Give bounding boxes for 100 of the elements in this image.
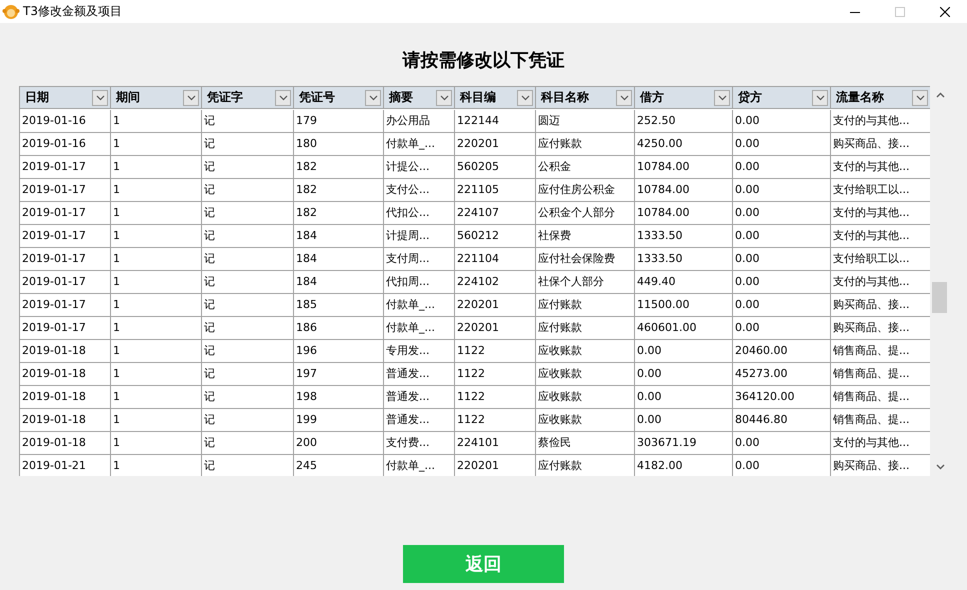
column-header-label: 贷方 (738, 89, 762, 106)
close-icon[interactable] (940, 6, 950, 16)
table-cell: 0.00 (635, 386, 733, 409)
chevron-down-icon (186, 94, 196, 100)
column-filter-button[interactable] (365, 90, 381, 106)
column-header-label: 借方 (640, 89, 664, 106)
table-cell: 303671.19 (635, 432, 733, 455)
column-filter-button[interactable] (275, 90, 291, 106)
column-filter-button[interactable] (517, 90, 533, 106)
table-cell: 45273.00 (733, 363, 831, 386)
column-header[interactable]: 科目编 (455, 87, 536, 109)
page-heading: 请按需修改以下凭证 (401, 49, 566, 73)
table-cell: 1333.50 (635, 248, 733, 271)
column-header[interactable]: 科目名称 (536, 87, 635, 109)
column-header[interactable]: 摘要 (384, 87, 455, 109)
table-cell: 社保费 (536, 225, 635, 248)
table-cell: 1 (111, 386, 202, 409)
column-header[interactable]: 借方 (635, 87, 733, 109)
scroll-up-icon[interactable] (936, 92, 944, 98)
column-header[interactable]: 凭证号 (294, 87, 384, 109)
table-cell: 2019-01-17 (20, 225, 111, 248)
table-cell: 4250.00 (635, 133, 733, 156)
table-cell: 应付账款 (536, 133, 635, 156)
table-cell: 0.00 (733, 110, 831, 133)
table-cell: 1 (111, 202, 202, 225)
scrollbar-thumb[interactable] (932, 282, 947, 313)
table-cell: 224101 (455, 432, 536, 455)
chevron-down-icon (96, 94, 104, 100)
table-cell: 2019-01-16 (20, 110, 111, 133)
table-cell: 0.00 (733, 271, 831, 294)
table-cell: 公积金个人部分 (536, 202, 635, 225)
table-cell: 应付账款 (536, 317, 635, 340)
table-cell: 记 (202, 110, 294, 133)
table-cell: 2019-01-18 (20, 363, 111, 386)
table-cell: 220201 (455, 133, 536, 156)
table-cell: 180 (294, 133, 384, 156)
column-header-label: 科目名称 (541, 89, 589, 106)
table-cell: 记 (202, 363, 294, 386)
column-filter-button[interactable] (616, 90, 632, 106)
table-cell: 0.00 (733, 432, 831, 455)
table-cell: 196 (294, 340, 384, 363)
table-cell: 2019-01-17 (20, 179, 111, 202)
scroll-down-icon[interactable] (936, 464, 944, 470)
table-cell: 记 (202, 409, 294, 432)
table-cell: 记 (202, 386, 294, 409)
table-cell: 代扣公... (384, 202, 455, 225)
column-header[interactable]: 期间 (111, 87, 202, 109)
table-cell: 182 (294, 202, 384, 225)
table-cell: 记 (202, 432, 294, 455)
table-cell: 应付账款 (536, 455, 635, 476)
table-cell: 1122 (455, 386, 536, 409)
column-filter-button[interactable] (812, 90, 828, 106)
column-header[interactable]: 流量名称 (831, 87, 930, 109)
column-header-label: 期间 (116, 89, 140, 106)
column-filter-button[interactable] (714, 90, 730, 106)
table-cell: 0.00 (733, 156, 831, 179)
table-cell: 0.00 (733, 317, 831, 340)
column-header[interactable]: 凭证字 (202, 87, 294, 109)
column-header[interactable]: 贷方 (733, 87, 831, 109)
table-cell: 代扣周... (384, 271, 455, 294)
table-cell: 220201 (455, 294, 536, 317)
table-cell: 1 (111, 340, 202, 363)
column-filter-button[interactable] (912, 90, 928, 106)
table-cell: 2019-01-17 (20, 271, 111, 294)
table-cell: 221105 (455, 179, 536, 202)
table-cell: 0.00 (733, 225, 831, 248)
table-cell: 记 (202, 156, 294, 179)
column-filter-button[interactable] (436, 90, 452, 106)
table-cell: 记 (202, 179, 294, 202)
table-cell: 专用发... (384, 340, 455, 363)
table-cell: 198 (294, 386, 384, 409)
table-cell: 1 (111, 248, 202, 271)
table-cell: 1 (111, 432, 202, 455)
table-cell: 10784.00 (635, 202, 733, 225)
table-cell: 1 (111, 455, 202, 476)
table-cell: 0.00 (733, 202, 831, 225)
table-cell: 应收账款 (536, 409, 635, 432)
table-cell: 计提周... (384, 225, 455, 248)
table-cell: 1122 (455, 363, 536, 386)
chevron-down-icon (368, 94, 378, 100)
table-cell: 应付社会保险费 (536, 248, 635, 271)
table-cell: 支付周... (384, 248, 455, 271)
table-cell: 11500.00 (635, 294, 733, 317)
table-cell: 2019-01-16 (20, 133, 111, 156)
table-cell: 182 (294, 156, 384, 179)
table-cell: 公积金 (536, 156, 635, 179)
table-cell: 0.00 (733, 455, 831, 476)
table-cell: 179 (294, 110, 384, 133)
column-filter-button[interactable] (92, 90, 108, 106)
table-cell: 1 (111, 156, 202, 179)
table-cell: 1 (111, 179, 202, 202)
table-cell: 184 (294, 271, 384, 294)
column-filter-button[interactable] (183, 90, 199, 106)
table-cell: 1 (111, 271, 202, 294)
table-cell: 80446.80 (733, 409, 831, 432)
table-cell: 200 (294, 432, 384, 455)
chevron-down-icon (916, 94, 924, 100)
table-cell: 224107 (455, 202, 536, 225)
table-cell: 应收账款 (536, 340, 635, 363)
column-header[interactable]: 日期 (20, 87, 111, 109)
